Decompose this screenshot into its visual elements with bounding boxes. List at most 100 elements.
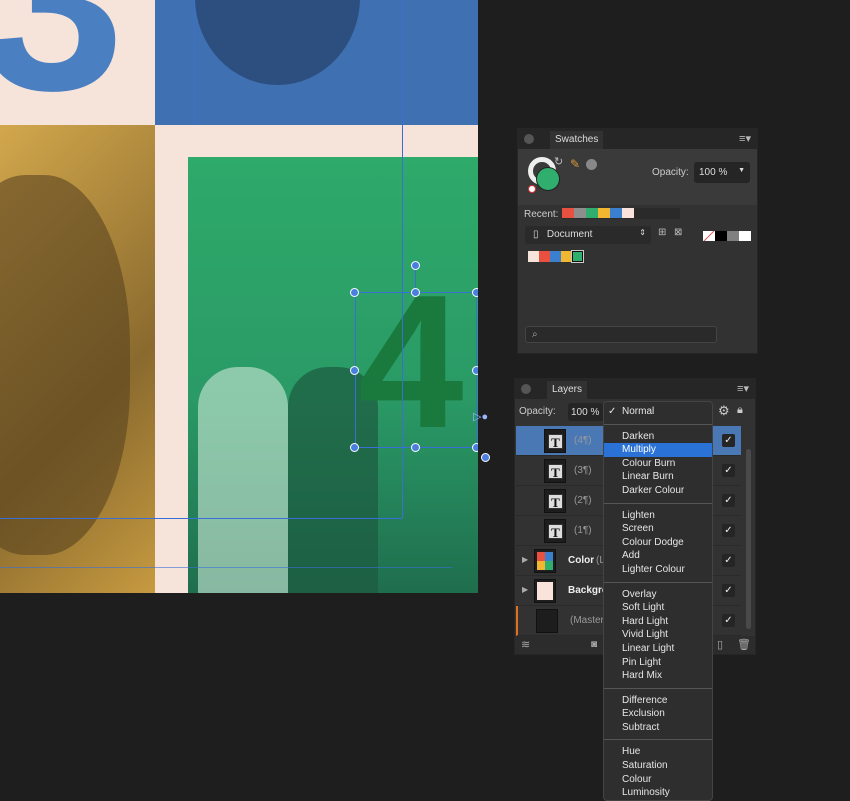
- menu-item-colour-burn[interactable]: Colour Burn: [604, 457, 712, 471]
- recent-swatch[interactable]: [574, 208, 586, 218]
- menu-item-difference[interactable]: Difference: [604, 694, 712, 708]
- document-swatch[interactable]: [550, 251, 561, 262]
- text-flow-icon[interactable]: ▷●: [473, 410, 488, 423]
- none-color-icon[interactable]: [528, 185, 536, 193]
- menu-item-lighten[interactable]: Lighten: [604, 509, 712, 523]
- blue-photo-block: [155, 0, 478, 125]
- recent-swatch[interactable]: [586, 208, 598, 218]
- menu-item-vivid-light[interactable]: Vivid Light: [604, 628, 712, 642]
- lock-icon[interactable]: 🔒︎: [737, 404, 743, 417]
- menu-item-normal[interactable]: ✓ Normal: [604, 405, 712, 419]
- layer-name: (1¶): [574, 525, 592, 536]
- document-canvas[interactable]: 3 4: [0, 0, 478, 593]
- menu-item-hard-mix[interactable]: Hard Mix: [604, 669, 712, 683]
- document-swatch[interactable]: [571, 250, 584, 263]
- resize-handle[interactable]: [350, 288, 359, 297]
- swatch-none[interactable]: [703, 231, 715, 241]
- close-icon[interactable]: [521, 384, 531, 394]
- layer-thumbnail: [534, 549, 556, 573]
- visibility-checkbox[interactable]: ✓: [722, 434, 735, 447]
- expand-arrow-icon[interactable]: ▶: [522, 585, 528, 594]
- tab-layers[interactable]: Layers: [547, 381, 588, 399]
- new-layer-icon[interactable]: ▯: [717, 638, 723, 651]
- visibility-checkbox[interactable]: ✓: [722, 524, 735, 537]
- visibility-checkbox[interactable]: ✓: [722, 554, 735, 567]
- visibility-checkbox[interactable]: ✓: [722, 464, 735, 477]
- selection-box[interactable]: [355, 292, 477, 448]
- checkmark-icon: ✓: [608, 406, 617, 417]
- recent-swatch[interactable]: [562, 208, 574, 218]
- basic-swatch[interactable]: [727, 231, 739, 241]
- menu-item-colour[interactable]: Colour: [604, 773, 712, 787]
- menu-item-screen[interactable]: Screen: [604, 522, 712, 536]
- menu-item-hard-light[interactable]: Hard Light: [604, 615, 712, 629]
- visibility-checkbox[interactable]: ✓: [722, 614, 735, 627]
- menu-item-label: Normal: [622, 406, 655, 417]
- blend-mode-menu: ✓ Normal Darken Multiply Colour Burn Linear B…: [603, 401, 713, 801]
- menu-item-luminosity[interactable]: Luminosity: [604, 786, 712, 800]
- menu-item-saturation[interactable]: Saturation: [604, 759, 712, 773]
- resize-handle[interactable]: [411, 288, 420, 297]
- menu-item-darker-colour[interactable]: Darker Colour: [604, 484, 712, 498]
- recent-swatch[interactable]: [610, 208, 622, 218]
- menu-item-multiply[interactable]: Multiply: [604, 443, 712, 457]
- visibility-checkbox[interactable]: ✓: [722, 584, 735, 597]
- layers-stack-icon[interactable]: ≋: [521, 638, 530, 651]
- portrait-shape: [0, 175, 130, 555]
- rotate-handle[interactable]: [411, 261, 420, 270]
- resize-handle[interactable]: [472, 366, 478, 375]
- document-swatch[interactable]: [539, 251, 550, 262]
- menu-item-pin-light[interactable]: Pin Light: [604, 656, 712, 670]
- menu-item-subtract[interactable]: Subtract: [604, 721, 712, 735]
- menu-item-linear-light[interactable]: Linear Light: [604, 642, 712, 656]
- resize-handle[interactable]: [481, 453, 490, 462]
- recent-swatch[interactable]: [622, 208, 634, 218]
- menu-item-label: Exclusion: [622, 708, 665, 720]
- layer-name: (4¶): [574, 435, 592, 446]
- layers-scrollbar[interactable]: [746, 449, 751, 629]
- resize-handle[interactable]: [472, 288, 478, 297]
- menu-item-add[interactable]: Add: [604, 549, 712, 563]
- resize-handle[interactable]: [350, 443, 359, 452]
- menu-item-soft-light[interactable]: Soft Light: [604, 601, 712, 615]
- layer-name: (Master: [570, 615, 604, 626]
- close-icon[interactable]: [524, 134, 534, 144]
- swatch-search-input[interactable]: ⌕: [525, 326, 717, 343]
- tab-swatches[interactable]: Swatches: [550, 131, 604, 149]
- resize-handle[interactable]: [350, 366, 359, 375]
- expand-arrow-icon[interactable]: ▶: [522, 555, 528, 564]
- panel-menu-icon[interactable]: ≡▾: [737, 382, 749, 395]
- layer-opacity-field[interactable]: 100 %: [568, 403, 604, 421]
- visibility-checkbox[interactable]: ✓: [722, 494, 735, 507]
- swap-colors-icon[interactable]: ↻: [554, 155, 563, 168]
- menu-item-hue[interactable]: Hue: [604, 745, 712, 759]
- menu-item-label: Lighter Colour: [622, 563, 685, 575]
- gear-icon[interactable]: ⚙: [718, 403, 730, 419]
- add-swatch-icon[interactable]: ⊞: [658, 227, 666, 238]
- menu-separator: [604, 581, 712, 583]
- recent-swatch[interactable]: [598, 208, 610, 218]
- menu-item-lighter-colour[interactable]: Lighter Colour: [604, 563, 712, 577]
- basic-colors: [703, 231, 751, 244]
- eyedropper-icon[interactable]: ✎: [570, 157, 580, 171]
- trash-icon[interactable]: 🗑︎: [737, 638, 751, 651]
- fill-color-well[interactable]: [536, 167, 560, 191]
- menu-item-overlay[interactable]: Overlay: [604, 588, 712, 602]
- resize-handle[interactable]: [411, 443, 420, 452]
- panel-menu-icon[interactable]: ≡▾: [739, 132, 751, 145]
- basic-swatch[interactable]: [715, 231, 727, 241]
- document-swatch[interactable]: [561, 251, 572, 262]
- menu-item-linear-burn[interactable]: Linear Burn: [604, 470, 712, 484]
- menu-item-exclusion[interactable]: Exclusion: [604, 707, 712, 721]
- menu-item-label: Multiply: [622, 444, 656, 456]
- document-swatch[interactable]: [528, 251, 539, 262]
- palette-select[interactable]: ▯ Document ⇕: [525, 226, 651, 244]
- mask-icon[interactable]: ◙: [591, 639, 597, 650]
- opacity-field[interactable]: 100 % ▼: [694, 162, 750, 183]
- menu-item-colour-dodge[interactable]: Colour Dodge: [604, 536, 712, 550]
- resize-handle[interactable]: [472, 443, 478, 452]
- basic-swatch[interactable]: [739, 231, 751, 241]
- swatch-options-icon[interactable]: ⊠: [674, 227, 682, 238]
- menu-item-darken[interactable]: Darken: [604, 430, 712, 444]
- text-layer-icon: T: [548, 434, 563, 450]
